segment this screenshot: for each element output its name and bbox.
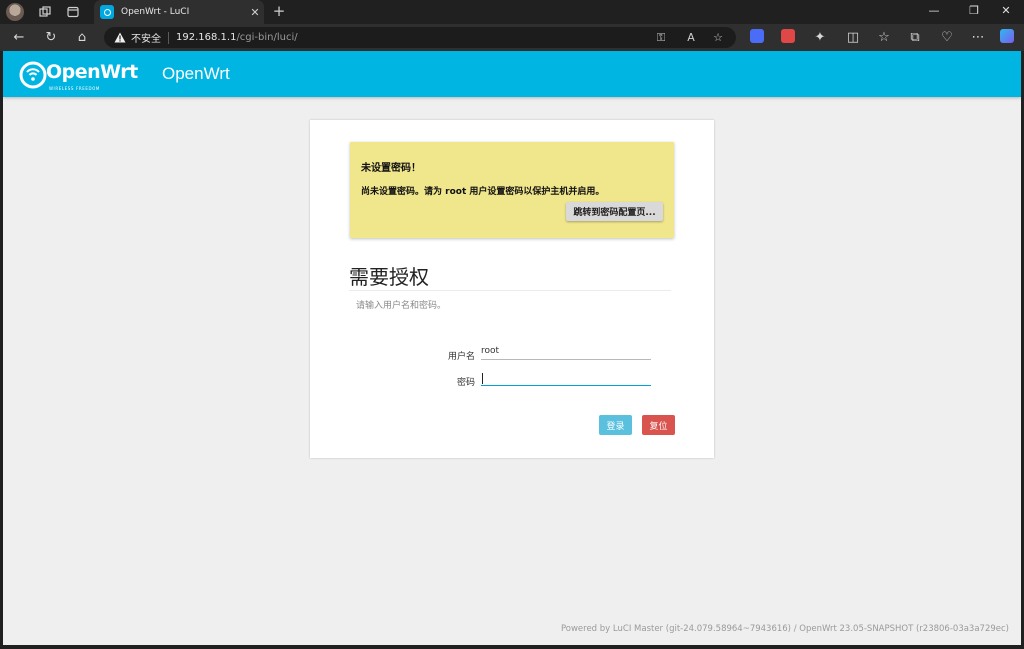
logo-tagline: WIRELESS FREEDOM xyxy=(49,86,100,91)
password-label: 密码 xyxy=(456,378,475,388)
page-viewport: OpenWrt WIRELESS FREEDOM OpenWrt 未设置密码！ … xyxy=(3,51,1021,645)
close-tab-icon[interactable]: ✕ xyxy=(246,6,264,19)
text-caret xyxy=(482,373,483,384)
login-card: 未设置密码！ 尚未设置密码。请为 root 用户设置密码以保护主机并启用。 跳转… xyxy=(310,120,714,458)
goto-password-config-button[interactable]: 跳转到密码配置页... xyxy=(566,202,663,221)
brand-title[interactable]: OpenWrt xyxy=(162,64,230,84)
key-icon[interactable]: ⚿ xyxy=(654,31,668,45)
tab-title: OpenWrt - LuCI xyxy=(121,7,190,17)
address-divider xyxy=(168,31,169,44)
browser-tab-bar: OpenWrt - LuCI ✕ + — ❐ ✕ xyxy=(0,0,1024,24)
site-header: OpenWrt WIRELESS FREEDOM OpenWrt xyxy=(3,51,1021,97)
warning-icon[interactable] xyxy=(114,32,126,43)
close-window-icon[interactable]: ✕ xyxy=(996,4,1016,17)
extensions-puzzle-icon[interactable]: ✦ xyxy=(810,28,830,48)
read-aloud-icon[interactable]: A xyxy=(684,31,698,44)
back-icon[interactable]: ← xyxy=(9,28,29,48)
extension-icon[interactable] xyxy=(781,29,795,43)
extension-icon[interactable] xyxy=(750,29,764,43)
favorites-icon[interactable]: ☆ xyxy=(874,28,894,48)
page-title: 需要授权 xyxy=(349,265,429,289)
split-screen-icon[interactable]: ◫ xyxy=(843,28,863,48)
logo-wordmark: OpenWrt xyxy=(46,61,138,83)
more-menu-icon[interactable]: ⋯ xyxy=(968,28,988,48)
address-host: 192.168.1.1 xyxy=(176,32,237,43)
openwrt-favicon xyxy=(100,5,114,19)
tab-actions-icon[interactable] xyxy=(64,3,82,21)
browser-nav-bar: ← ↻ ⌂ 不安全 192.168.1.1 /cgi-bin/luci/ ⚿ A… xyxy=(0,24,1024,51)
collections-icon[interactable]: ⧉ xyxy=(905,28,925,48)
password-field[interactable] xyxy=(481,369,651,386)
browser-essentials-icon[interactable]: ♡ xyxy=(937,28,957,48)
username-label: 用户名 xyxy=(447,352,475,362)
login-button[interactable]: 登录 xyxy=(599,415,632,435)
workspaces-icon[interactable] xyxy=(36,3,54,21)
password-warning-alert: 未设置密码！ 尚未设置密码。请为 root 用户设置密码以保护主机并启用。 跳转… xyxy=(350,142,674,238)
minimize-icon[interactable]: — xyxy=(924,4,944,17)
page-footer: Powered by LuCI Master (git-24.079.58964… xyxy=(560,624,1009,634)
home-icon[interactable]: ⌂ xyxy=(72,28,92,48)
login-description: 请输入用户名和密码。 xyxy=(356,301,447,311)
browser-tab-active[interactable]: OpenWrt - LuCI ✕ xyxy=(94,0,264,24)
reset-button[interactable]: 复位 xyxy=(642,415,675,435)
refresh-icon[interactable]: ↻ xyxy=(41,28,61,48)
address-bar[interactable]: 不安全 192.168.1.1 /cgi-bin/luci/ ⚿ A ☆ xyxy=(104,27,736,48)
alert-message: 尚未设置密码。请为 root 用户设置密码以保护主机并启用。 xyxy=(361,187,605,197)
favorite-star-icon[interactable]: ☆ xyxy=(711,31,725,44)
title-divider xyxy=(349,290,671,291)
new-tab-icon[interactable]: + xyxy=(270,2,288,20)
copilot-icon[interactable] xyxy=(1000,29,1014,43)
profile-avatar[interactable] xyxy=(6,3,24,21)
insecure-label[interactable]: 不安全 xyxy=(131,30,161,45)
username-field[interactable] xyxy=(481,343,651,360)
openwrt-logo[interactable]: OpenWrt WIRELESS FREEDOM xyxy=(18,56,138,94)
address-path: /cgi-bin/luci/ xyxy=(236,32,298,43)
restore-icon[interactable]: ❐ xyxy=(964,4,984,17)
alert-title: 未设置密码！ xyxy=(361,163,421,174)
